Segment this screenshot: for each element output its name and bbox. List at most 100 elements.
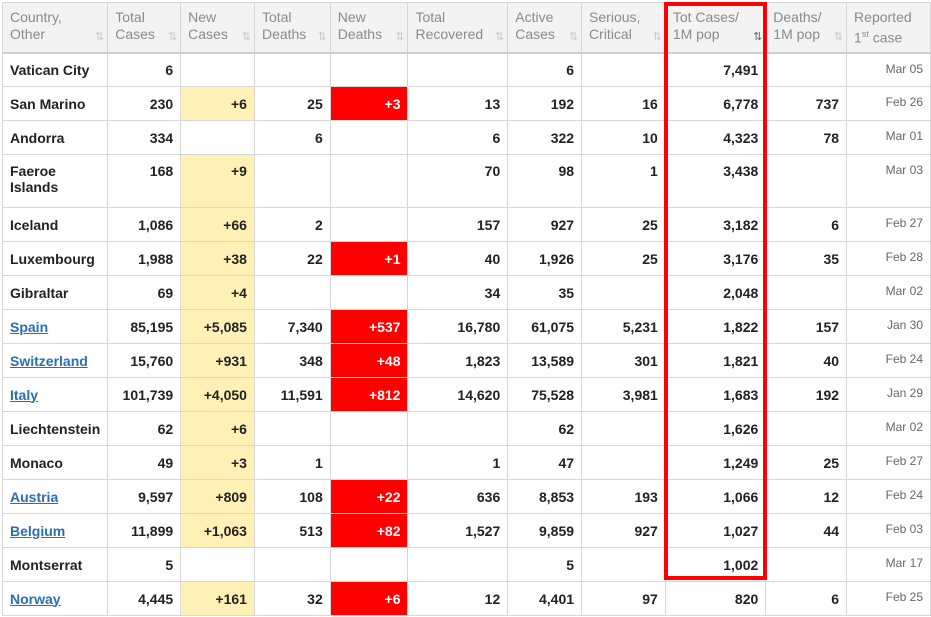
covid-stats-table: Country, Other ⇅ Total Cases ⇅ New Cases ⇅ Total D… xyxy=(1,2,931,616)
total-deaths-cell xyxy=(253,154,331,208)
country-cell[interactable]: Belgium xyxy=(1,513,109,548)
total-cases-cell: 101,739 xyxy=(107,377,182,412)
sort-icon[interactable]: ⇅ xyxy=(95,29,104,46)
country-link[interactable]: Switzerland xyxy=(10,353,88,369)
sort-icon[interactable]: ⇅ xyxy=(168,29,177,46)
serious-critical-cell xyxy=(581,547,666,582)
total-deaths-cell: 6 xyxy=(253,120,331,155)
deaths-per-1m-cell: 737 xyxy=(765,86,848,121)
new-deaths-cell xyxy=(329,547,409,582)
column-header-deaths-per-1m[interactable]: Deaths/1M pop ⇅ xyxy=(765,2,848,53)
total-recovered-cell: 6 xyxy=(407,120,509,155)
tot-cases-per-1m-cell: 1,822 xyxy=(664,309,767,344)
table-row: Montserrat 5 5 1,002 Mar 17 xyxy=(1,547,931,582)
first-case-date-cell: Feb 24 xyxy=(846,479,931,514)
table-row: Faeroe Islands 168 +9 70 98 1 3,438 Mar 03 xyxy=(1,154,931,208)
header-label-line1: Deaths/ xyxy=(773,9,822,25)
total-cases-cell: 1,988 xyxy=(107,241,182,276)
country-cell[interactable]: Norway xyxy=(1,581,109,616)
sort-icon[interactable]: ⇅ xyxy=(653,29,662,46)
sort-icon[interactable]: ⇅ xyxy=(395,29,404,46)
deaths-per-1m-cell xyxy=(765,547,848,582)
new-cases-cell xyxy=(180,547,255,582)
country-link[interactable]: Spain xyxy=(10,319,48,335)
deaths-per-1m-cell xyxy=(765,411,848,446)
country-cell[interactable]: Spain xyxy=(1,309,109,344)
header-label-line1: New xyxy=(337,9,366,25)
country-name: Gibraltar xyxy=(10,284,69,301)
new-cases-cell: +9 xyxy=(180,154,255,208)
sort-icon[interactable]: ⇅ xyxy=(834,29,843,46)
first-case-date-cell: Mar 01 xyxy=(846,120,931,155)
column-header-total-recovered[interactable]: Total Recovered ⇅ xyxy=(407,2,509,53)
active-cases-cell: 62 xyxy=(507,411,583,446)
deaths-per-1m-cell: 6 xyxy=(765,207,848,242)
column-header-total-deaths[interactable]: Total Deaths ⇅ xyxy=(253,2,331,53)
tot-cases-per-1m-cell: 1,249 xyxy=(664,445,767,480)
column-header-total-cases[interactable]: Total Cases ⇅ xyxy=(107,2,182,53)
column-header-new-cases[interactable]: New Cases ⇅ xyxy=(180,2,255,53)
country-cell[interactable]: Italy xyxy=(1,377,109,412)
country-cell[interactable]: Austria xyxy=(1,479,109,514)
deaths-per-1m-cell: 44 xyxy=(765,513,848,548)
new-cases-cell: +38 xyxy=(180,241,255,276)
table-row: Liechtenstein 62 +6 62 1,626 Mar 02 xyxy=(1,411,931,446)
serious-critical-cell: 3,981 xyxy=(581,377,666,412)
sort-icon[interactable]: ⇅ xyxy=(495,29,504,46)
total-recovered-cell: 1,823 xyxy=(407,343,509,378)
sort-icon[interactable]: ⇅ xyxy=(318,29,327,46)
table-row: Spain 85,195 +5,085 7,340 +537 16,780 61,075 5,… xyxy=(1,309,931,344)
column-header-country[interactable]: Country, Other ⇅ xyxy=(1,2,109,53)
active-cases-cell: 8,853 xyxy=(507,479,583,514)
header-label-line2: Deaths xyxy=(261,26,307,42)
country-link[interactable]: Italy xyxy=(10,387,38,403)
serious-critical-cell xyxy=(581,411,666,446)
total-cases-cell: 4,445 xyxy=(107,581,182,616)
country-cell: San Marino xyxy=(1,86,109,121)
column-header-active-cases[interactable]: Active Cases ⇅ xyxy=(507,2,583,53)
country-link[interactable]: Austria xyxy=(10,489,58,505)
total-cases-cell: 9,597 xyxy=(107,479,182,514)
country-cell: Faeroe Islands xyxy=(1,154,109,208)
header-label-line2: Recovered xyxy=(415,26,484,42)
serious-critical-cell xyxy=(581,275,666,310)
column-header-new-deaths[interactable]: New Deaths ⇅ xyxy=(329,2,409,53)
total-deaths-cell xyxy=(253,411,331,446)
new-cases-cell: +6 xyxy=(180,86,255,121)
deaths-per-1m-cell xyxy=(765,275,848,310)
header-label-line2: Cases xyxy=(115,26,155,42)
column-header-tot-cases-per-1m[interactable]: Tot Cases/1M pop ⇅ xyxy=(664,2,767,53)
first-case-date-cell: Feb 25 xyxy=(846,581,931,616)
column-header-serious-critical[interactable]: Serious, Critical ⇅ xyxy=(581,2,666,53)
sort-icon[interactable]: ⇅ xyxy=(569,29,578,46)
country-link[interactable]: Norway xyxy=(10,591,61,607)
header-label-line1: New xyxy=(188,9,217,25)
column-header-reported-first-case[interactable]: Reported 1st case xyxy=(846,2,931,53)
total-deaths-cell: 513 xyxy=(253,513,331,548)
header-label-line1: Tot Cases/ xyxy=(672,9,739,25)
tot-cases-per-1m-cell: 1,066 xyxy=(664,479,767,514)
country-name: Liechtenstein xyxy=(10,420,101,437)
table-row: Belgium 11,899 +1,063 513 +82 1,527 9,859 927 1,… xyxy=(1,513,931,548)
country-link[interactable]: Belgium xyxy=(10,523,65,539)
total-cases-cell: 49 xyxy=(107,445,182,480)
total-recovered-cell: 1 xyxy=(407,445,509,480)
table-row: Norway 4,445 +161 32 +6 12 4,401 97 820 6 Feb 25 xyxy=(1,581,931,616)
total-recovered-cell xyxy=(407,547,509,582)
sort-icon[interactable]: ⇅ xyxy=(753,29,762,46)
sort-icon[interactable]: ⇅ xyxy=(242,29,251,46)
new-cases-cell: +6 xyxy=(180,411,255,446)
total-deaths-cell xyxy=(253,275,331,310)
total-recovered-cell: 70 xyxy=(407,154,509,208)
header-label-line2: Deaths xyxy=(337,26,383,42)
country-cell: Andorra xyxy=(1,120,109,155)
active-cases-cell: 9,859 xyxy=(507,513,583,548)
total-deaths-cell: 32 xyxy=(253,581,331,616)
active-cases-cell: 13,589 xyxy=(507,343,583,378)
deaths-per-1m-cell: 25 xyxy=(765,445,848,480)
active-cases-cell: 98 xyxy=(507,154,583,208)
country-cell[interactable]: Switzerland xyxy=(1,343,109,378)
first-case-date-cell: Jan 29 xyxy=(846,377,931,412)
tot-cases-per-1m-cell: 3,182 xyxy=(664,207,767,242)
new-deaths-cell: +82 xyxy=(329,513,409,548)
